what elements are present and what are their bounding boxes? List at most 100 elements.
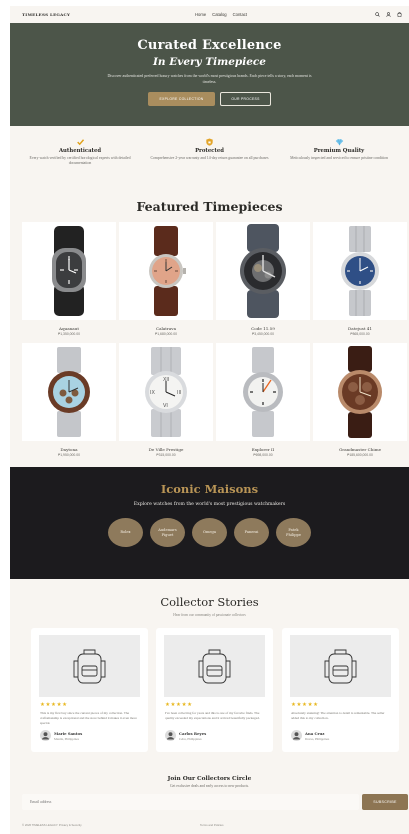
newsletter-form: SUBSCRIBE [22,794,408,810]
newsletter-subtitle: Get exclusive deals and early access to … [170,784,249,788]
watch-price: ₱185,600,000.00 [347,453,373,457]
main-nav: Home Catalog Contact [195,12,247,17]
watch-price: ₱698,000.00 [253,453,273,457]
backpack-icon [73,649,106,684]
page: TIMELESS LEGACY Home Catalog Contact Cur… [10,6,409,834]
review-text: Absolutely stunning! The attention to de… [291,711,385,720]
hero-buttons: EXPLORE COLLECTION OUR PROCESS [10,92,409,106]
avatar [40,730,51,741]
watch-name: Daytona [60,447,78,452]
maisons-title: Iconic Maisons [160,482,259,496]
svg-text:III: III [177,390,181,396]
review-text: I've been collecting for years and this … [165,711,260,720]
watch-name: De Ville Prestige [148,447,184,452]
brand-label-line: Audemars [158,527,177,532]
nav-home[interactable]: Home [195,12,206,17]
feature-protected: Protected Comprehensive 2-year warranty … [150,138,270,189]
user-icon [166,732,175,740]
watch-name: Code 11.59 [251,326,275,331]
shield-icon [150,138,270,146]
feature-premium-quality: Premium Quality Meticulously inspected a… [279,138,399,189]
avatar [291,730,302,741]
watch-card-de-ville-prestige[interactable]: XII III VI IX [119,343,213,441]
watch-name: Aquanaut [58,326,79,331]
brand-label: Patek Philippe [286,528,301,538]
watch-card-calatrava[interactable] [119,222,213,320]
feature-text: Every watch verified by certified horolo… [29,156,131,166]
hero-title: Curated Excellence [137,38,282,53]
watch-price: ₱1,680,000.00 [154,332,178,336]
brand-rolex[interactable]: Rolex [108,518,143,547]
brand-label: Rolex [120,530,131,534]
diamond-icon [279,138,399,146]
reviewer-name: Ana Cruz [305,731,325,736]
watch-card-datejust-41[interactable] [313,222,407,320]
brand-list: Rolex Audemars Piguet Omega Panerai Patek… [10,518,409,547]
watch-card-explorer-ii[interactable] [216,343,310,441]
watch-card-aquanaut[interactable] [22,222,116,320]
review-card: ★★★★★ This is my first buy since the cur… [31,628,148,752]
review-image-placeholder [39,635,140,697]
brand-omega[interactable]: Omega [192,518,227,547]
review-image-placeholder [290,635,391,697]
brand-panerai[interactable]: Panerai [234,518,269,547]
email-input[interactable] [22,794,359,810]
newsletter-title: Join Our Collectors Circle [167,776,252,782]
hero-description: Discover authenticated preferred luxury … [107,74,312,84]
watch-image [341,226,379,316]
brand-audemars-piguet[interactable]: Audemars Piguet [150,518,185,547]
features-section: Authenticated Every watch verified by ce… [10,126,409,189]
review-text: This is my first buy since the current p… [40,711,137,725]
watch-image [243,347,283,437]
svg-text:VI: VI [163,403,168,409]
brand-label-line: Philippe [286,532,301,537]
review-card: ★★★★★ Absolutely stunning! The attention… [282,628,399,752]
rating-stars: ★★★★★ [40,702,68,708]
watch-price: ₱3,450,000.00 [251,332,275,336]
watch-price: ₱315,000.00 [156,453,176,457]
brand-patek-philippe[interactable]: Patek Philippe [276,518,311,547]
svg-text:IX: IX [150,390,155,396]
watch-card-grandmaster-chime[interactable] [313,343,407,441]
feature-authenticated: Authenticated Every watch verified by ce… [20,138,140,189]
review-image-placeholder [164,635,265,697]
hero-section: Curated Excellence In Every Timepiece Di… [10,23,409,126]
review-card: ★★★★★ I've been collecting for years and… [156,628,273,752]
brand-label-line: Patek [288,527,299,532]
backpack-icon [198,649,231,684]
subscribe-button[interactable]: SUBSCRIBE [362,794,408,810]
site-logo[interactable]: TIMELESS LEGACY [22,12,172,17]
reviewer-location: Manila, Philippines [54,737,79,741]
watch-name: Calatrava [155,326,177,331]
watch-card-daytona[interactable] [22,343,116,441]
featured-title: Featured Timepieces [136,199,283,214]
watch-image [240,224,286,318]
watch-price: ₱1,950,000.00 [57,453,81,457]
feature-title: Protected [195,148,224,154]
feature-text: Meticulously inspected and serviced to e… [290,156,388,160]
feature-title: Premium Quality [313,148,365,154]
user-icon[interactable] [386,12,391,17]
footer-links[interactable]: Terms and Policies [200,823,223,827]
our-process-button[interactable]: OUR PROCESS [220,92,271,106]
stories-title: Collector Stories [160,595,259,609]
user-icon [41,732,50,740]
watch-name: Datejust 41 [348,326,372,331]
nav-catalog[interactable]: Catalog [212,12,226,17]
rating-stars: ★★★★★ [291,702,319,708]
backpack-icon [324,649,357,684]
cart-icon[interactable] [397,12,402,17]
search-icon[interactable] [375,12,380,17]
feature-title: Authenticated [58,148,102,154]
brand-label: Panerai [244,530,259,534]
header-icons [375,12,402,17]
explore-collection-button[interactable]: EXPLORE COLLECTION [148,92,215,106]
stories-subtitle: Hear from our community of passionate co… [173,613,246,617]
avatar [165,730,176,741]
brand-label: Audemars Piguet [158,528,176,538]
feature-text: Comprehensive 2-year warranty and 14-day… [150,156,269,160]
watch-card-code-11-59[interactable] [216,222,310,320]
watch-price: ₱1,350,000.00 [57,332,81,336]
watch-image [149,226,186,316]
nav-contact[interactable]: Contact [233,12,247,17]
